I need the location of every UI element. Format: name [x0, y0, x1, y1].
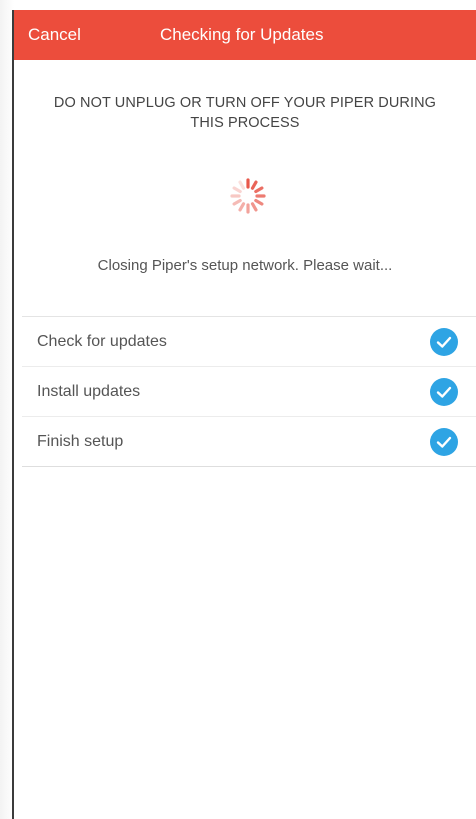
status-message: Closing Piper's setup network. Please wa… [97, 257, 393, 274]
step-label: Check for updates [37, 333, 167, 350]
cancel-button[interactable]: Cancel [28, 10, 81, 60]
step-label: Install updates [37, 383, 141, 400]
checkmark-circle-icon [430, 328, 458, 356]
step-install-updates: Install updates [22, 367, 476, 417]
warning-message: DO NOT UNPLUG OR TURN OFF YOUR PIPER DUR… [14, 93, 476, 133]
navigation-bar: Cancel Checking for Updates [14, 10, 476, 60]
checkmark-circle-icon [430, 428, 458, 456]
top-border [0, 0, 476, 10]
app-screen: Cancel Checking for Updates DO NOT UNPLU… [0, 0, 476, 819]
warning-line-1: DO NOT UNPLUG OR TURN OFF YOUR PIPER DUR… [53, 95, 437, 111]
checkmark-circle-icon [430, 378, 458, 406]
warning-line-2: THIS PROCESS [190, 115, 300, 131]
setup-steps-list: Check for updates Install updates Finish… [22, 316, 476, 467]
loading-spinner-icon [230, 178, 266, 214]
page-title: Checking for Updates [160, 25, 324, 44]
step-check-for-updates: Check for updates [22, 317, 476, 367]
step-finish-setup: Finish setup [22, 417, 476, 467]
step-label: Finish setup [37, 433, 124, 450]
